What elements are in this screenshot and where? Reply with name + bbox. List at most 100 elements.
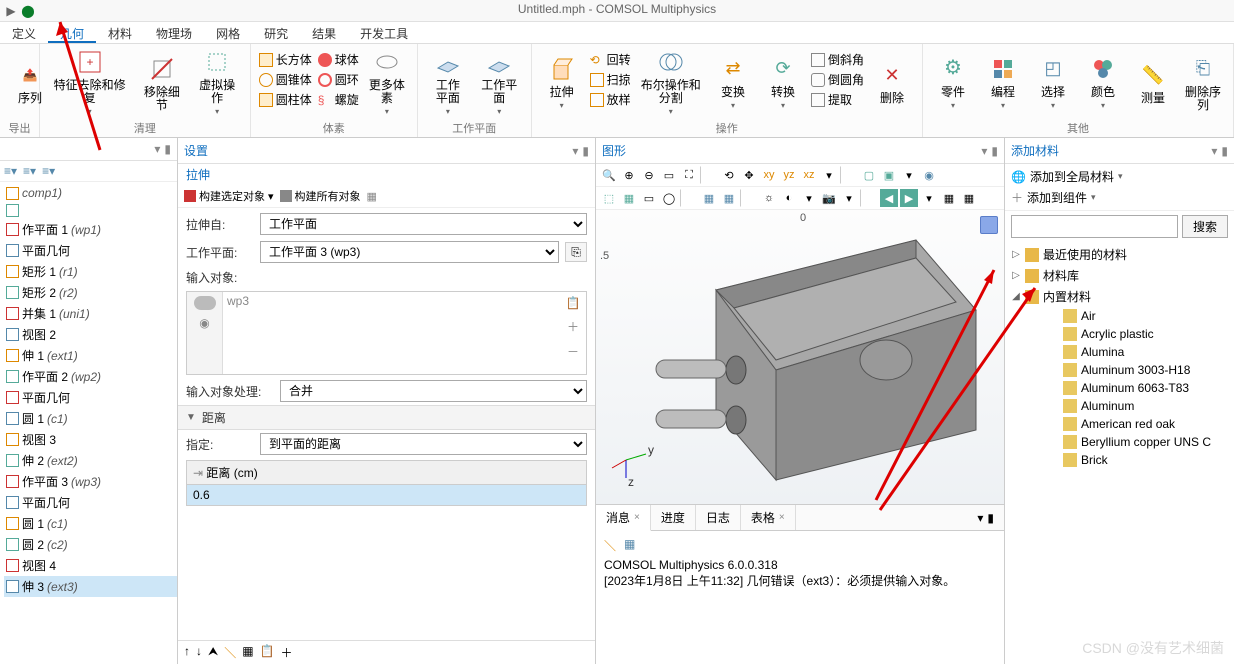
view-icon[interactable]: xy (760, 166, 778, 184)
color-button[interactable]: 颜色▾ (1079, 46, 1127, 120)
menu-devtools[interactable]: 开发工具 (348, 22, 420, 43)
tool-icon[interactable]: ◉ (920, 166, 938, 184)
tab-log[interactable]: 日志 (696, 505, 741, 530)
delete-seq-button[interactable]: ⎗删除序列 (1179, 46, 1227, 120)
workplane-select[interactable]: 工作平面 3 (wp3) (260, 241, 559, 263)
render-icon[interactable]: ▾ (800, 189, 818, 207)
tree-item[interactable]: 圆 1 (c1) (4, 408, 177, 429)
material-tree-item[interactable]: Aluminum (1009, 397, 1230, 415)
rotate-icon[interactable]: ⟲ (720, 166, 738, 184)
tree-item[interactable]: 矩形 2 (r2) (4, 282, 177, 303)
tb-icon[interactable]: ↓ (196, 644, 202, 661)
prim-cone[interactable]: 圆锥体 (257, 70, 314, 89)
tb-icon[interactable]: ＋ (281, 644, 293, 661)
sel-tool-icon[interactable]: ▦ (720, 189, 738, 207)
camera-icon[interactable]: 📷 (820, 189, 838, 207)
extrude-from-select[interactable]: 工作平面 (260, 213, 587, 235)
measure-button[interactable]: 📏测量 (1129, 46, 1177, 120)
model-tree[interactable]: comp1)作平面 1 (wp1)平面几何矩形 1 (r1)矩形 2 (r2)并… (0, 182, 177, 599)
tree-item[interactable]: 伸 1 (ext1) (4, 345, 177, 366)
zoom-in-icon[interactable]: ⊕ (620, 166, 638, 184)
material-tree-item[interactable]: Air (1009, 307, 1230, 325)
distance-table[interactable]: ⇥ 距离 (cm) 0.6 (186, 460, 587, 506)
clip-icon[interactable]: ◀ (880, 189, 898, 207)
convert-button[interactable]: ⟳转换▾ (759, 46, 807, 120)
input-proc-select[interactable]: 合并 (280, 380, 587, 402)
tree-item[interactable]: 作平面 3 (wp3) (4, 471, 177, 492)
delete-button[interactable]: ✕删除 (868, 46, 916, 120)
view-badge-icon[interactable] (980, 216, 998, 234)
select-icon[interactable]: ▢ (860, 166, 878, 184)
sweep-button[interactable]: 扫掠 (588, 70, 633, 89)
tree-item[interactable]: 伸 2 (ext2) (4, 450, 177, 471)
tree-tool-icon[interactable]: ≡▾ (23, 164, 36, 178)
close-icon[interactable]: × (634, 512, 640, 523)
tree-item[interactable]: 视图 3 (4, 429, 177, 450)
panel-pin-icon[interactable]: ▮ (1221, 144, 1228, 158)
build-all-button[interactable]: 构建所有对象 (280, 188, 361, 204)
more-prims-button[interactable]: 更多体素▾ (363, 46, 411, 120)
sel-tool-icon[interactable]: ▦ (700, 189, 718, 207)
material-tree-item[interactable]: Beryllium copper UNS C (1009, 433, 1230, 451)
panel-pin-icon[interactable]: ▮ (987, 511, 994, 525)
boolean-button[interactable]: 布尔操作和分割▾ (635, 46, 707, 120)
panel-menu-icon[interactable]: ▾ (154, 142, 160, 156)
material-tree-item[interactable]: Acrylic plastic (1009, 325, 1230, 343)
loft-button[interactable]: 放样 (588, 90, 633, 109)
transform-button[interactable]: ⇄变换▾ (709, 46, 757, 120)
workplane2-button[interactable]: 工作平面▾ (474, 46, 525, 120)
tb-icon[interactable]: ↑ (184, 644, 190, 661)
material-tree-item[interactable]: ◢内置材料 (1009, 286, 1230, 307)
build-icon[interactable]: ▦ (367, 190, 377, 203)
revolve-button[interactable]: ⟲回转 (588, 50, 633, 69)
tree-item[interactable]: comp1) (4, 184, 177, 202)
pan-icon[interactable]: ✥ (740, 166, 758, 184)
panel-pin-icon[interactable]: ▮ (991, 144, 998, 158)
material-tree-item[interactable]: ▷材料库 (1009, 265, 1230, 286)
tool-icon[interactable]: ▦ (960, 189, 978, 207)
selection-button[interactable]: ◰选择▾ (1029, 46, 1077, 120)
close-icon[interactable]: × (779, 512, 785, 523)
chamfer-button[interactable]: 倒斜角 (809, 50, 866, 69)
material-tree-item[interactable]: ▷最近使用的材料 (1009, 244, 1230, 265)
input-objects-list[interactable]: ◉ wp3 📋＋－ (186, 291, 587, 375)
tab-table[interactable]: 表格× (741, 505, 796, 530)
programming-button[interactable]: 编程▾ (979, 46, 1027, 120)
material-tree-item[interactable]: Aluminum 3003-H18 (1009, 361, 1230, 379)
render-icon[interactable]: ◐ (780, 189, 798, 207)
view-icon[interactable]: yz (780, 166, 798, 184)
remove-details-button[interactable]: 移除细节 (135, 46, 188, 120)
menu-define[interactable]: 定义 (0, 22, 48, 43)
tb-icon[interactable]: ▦ (242, 644, 253, 661)
prim-cylinder[interactable]: 圆柱体 (257, 90, 314, 109)
clip-icon[interactable]: ▶ (900, 189, 918, 207)
zoom-out-icon[interactable]: ⊖ (640, 166, 658, 184)
material-search-input[interactable] (1011, 215, 1178, 238)
tree-item[interactable]: 作平面 1 (wp1) (4, 219, 177, 240)
build-selected-button[interactable]: 构建选定对象 ▾ (184, 188, 274, 204)
render-icon[interactable]: ☼ (760, 189, 778, 207)
menu-results[interactable]: 结果 (300, 22, 348, 43)
tree-item[interactable]: 矩形 1 (r1) (4, 261, 177, 282)
panel-menu-icon[interactable]: ▾ (981, 144, 987, 158)
paste-icon[interactable]: 📋 (566, 296, 581, 310)
tree-item[interactable]: 作平面 2 (wp2) (4, 366, 177, 387)
tb-icon[interactable]: 📋 (260, 644, 275, 661)
tree-tool-icon[interactable]: ≡▾ (42, 164, 55, 178)
sel-mode-icon[interactable]: ▭ (640, 189, 658, 207)
qat-icon[interactable]: ▶ (4, 2, 18, 16)
msg-tool-icon[interactable]: ▦ (624, 537, 635, 554)
input-obj-item[interactable]: wp3 (227, 294, 249, 308)
remove-icon[interactable]: － (567, 343, 579, 360)
parts-button[interactable]: ⚙零件▾ (929, 46, 977, 120)
search-button[interactable]: 搜索 (1182, 215, 1228, 238)
tree-item[interactable] (4, 202, 177, 219)
prim-helix[interactable]: §螺旋 (316, 90, 361, 109)
extrude-button[interactable]: 拉伸▾ (538, 46, 586, 120)
menu-mesh[interactable]: 网格 (204, 22, 252, 43)
zoom-extent-icon[interactable]: ⛶ (680, 166, 698, 184)
select-icon[interactable]: ▾ (900, 166, 918, 184)
render-icon[interactable]: ▾ (840, 189, 858, 207)
prim-torus[interactable]: 圆环 (316, 70, 361, 89)
prim-sphere[interactable]: 球体 (316, 50, 361, 69)
